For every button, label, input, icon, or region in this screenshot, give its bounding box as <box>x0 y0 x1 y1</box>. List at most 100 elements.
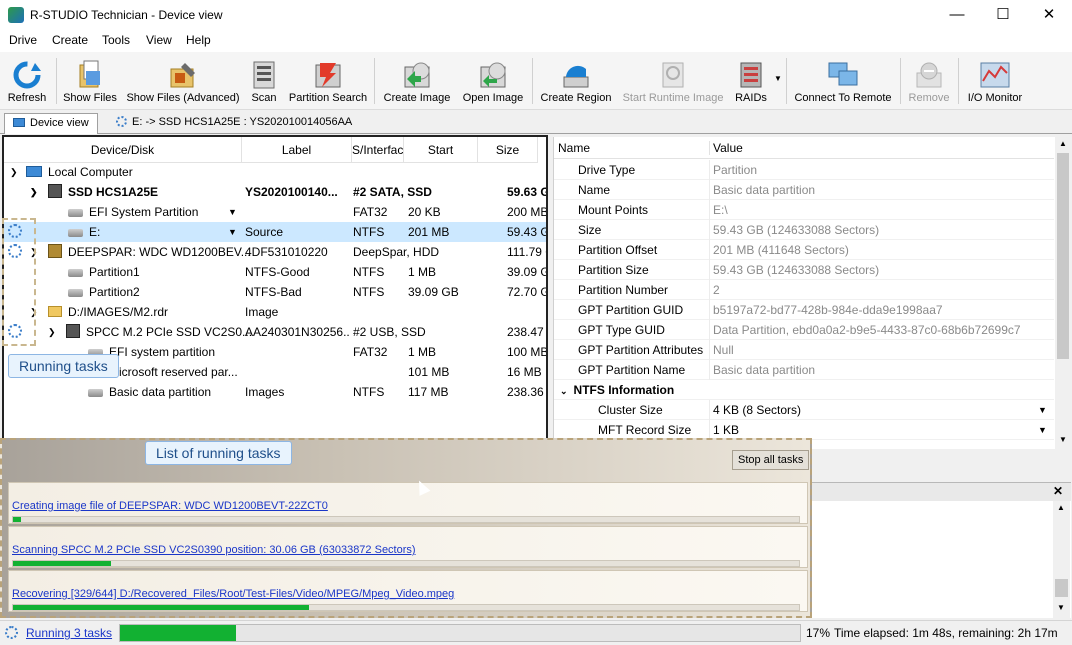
properties-scrollbar[interactable]: ▲ ▼ <box>1055 137 1071 449</box>
scrollbar-thumb[interactable] <box>1057 153 1069 359</box>
prop-value: 1 KB <box>709 420 1049 440</box>
menu-create[interactable]: Create <box>52 33 88 47</box>
menu-drive[interactable]: Drive <box>9 33 37 47</box>
task-link[interactable]: Creating image file of DEEPSPAR: WDC WD1… <box>12 500 328 512</box>
show-files-advanced-button[interactable]: Show Files (Advanced) <box>124 52 242 110</box>
column-interface[interactable]: S/Interfac <box>352 137 404 163</box>
scroll-up-icon[interactable]: ▲ <box>1057 503 1065 512</box>
task-item[interactable]: Recovering [329/644] D:/Recovered_Files/… <box>8 570 808 612</box>
raids-button[interactable]: RAIDs <box>730 52 772 110</box>
expand-toggle-icon[interactable]: ❯ <box>10 162 18 182</box>
overall-progress-bar <box>119 624 801 642</box>
task-item[interactable]: Creating image file of DEEPSPAR: WDC WD1… <box>8 482 808 524</box>
log-scrollbar[interactable]: ▲ ▼ <box>1053 501 1070 619</box>
tree-row-deepspar[interactable]: ❯ DEEPSPAR: WDC WD1200BEV... 4DF53101022… <box>4 242 546 262</box>
column-device-disk[interactable]: Device/Disk <box>4 137 242 163</box>
prop-row[interactable]: Mount Points E:\ <box>554 200 1054 220</box>
io-monitor-button[interactable]: I/O Monitor <box>964 52 1026 110</box>
tree-row-e-drive[interactable]: E: ▼ Source NTFS 201 MB 59.43 GB <box>4 222 546 242</box>
running-tasks-link[interactable]: Running 3 tasks <box>26 626 112 640</box>
device-tree: Device/Disk Label S/Interfac Start Size … <box>2 135 548 440</box>
device-name: Microsoft reserved par... <box>109 365 238 379</box>
title-bar: R-STUDIO Technician - Device view — ☐ ✕ <box>0 0 1072 30</box>
properties-header: Name Value <box>554 137 1054 159</box>
time-elapsed: Time elapsed: 1m 48s, remaining: 2h 17m <box>834 626 1058 640</box>
task-item[interactable]: Scanning SPCC M.2 PCIe SSD VC2S0390 posi… <box>8 526 808 568</box>
prop-row[interactable]: GPT Partition Attributes Null <box>554 340 1054 360</box>
prop-section-ntfs[interactable]: ⌄ NTFS Information <box>554 380 1054 400</box>
scroll-down-icon[interactable]: ▼ <box>1057 603 1065 612</box>
chevron-down-icon[interactable]: ▼ <box>1038 420 1047 440</box>
scroll-down-icon[interactable]: ▼ <box>1059 435 1067 444</box>
prop-row[interactable]: Size 59.43 GB (124633088 Sectors) <box>554 220 1054 240</box>
prop-row[interactable]: GPT Partition Name Basic data partition <box>554 360 1054 380</box>
partition-search-button[interactable]: Partition Search <box>286 52 370 110</box>
stop-all-tasks-button[interactable]: Stop all tasks <box>732 450 810 470</box>
chevron-down-icon[interactable]: ▼ <box>228 222 237 242</box>
tree-row-spcc-ssd[interactable]: ❯ SPCC M.2 PCIe SSD VC2S0... AA240301N30… <box>4 322 546 342</box>
collapse-toggle-icon[interactable]: ⌄ <box>560 386 568 396</box>
close-icon[interactable]: ✕ <box>1053 484 1063 498</box>
busy-spinner-icon <box>5 626 18 639</box>
prop-value: Partition <box>709 160 1049 180</box>
prop-row[interactable]: Partition Number 2 <box>554 280 1054 300</box>
toolbar-separator <box>56 58 57 104</box>
device-interface: #2 USB, SSD <box>353 325 426 339</box>
device-name: Partition1 <box>89 265 140 279</box>
chevron-down-icon[interactable]: ▼ <box>228 202 237 222</box>
toolbar-separator <box>958 58 959 104</box>
column-value[interactable]: Value <box>709 141 743 155</box>
tab-device-view[interactable]: Device view <box>4 113 98 134</box>
partition-icon <box>68 268 83 277</box>
device-name: Basic data partition <box>109 385 212 399</box>
prop-row[interactable]: Partition Size 59.43 GB (124633088 Sector… <box>554 260 1054 280</box>
chevron-down-icon[interactable]: ▼ <box>1038 400 1047 420</box>
column-name[interactable]: Name <box>558 141 590 155</box>
menu-help[interactable]: Help <box>186 33 211 47</box>
tree-row-efi-system-partition[interactable]: EFI System Partition ▼ FAT32 20 KB 200 M… <box>4 202 546 222</box>
tree-row-ssd-hcs1a25e[interactable]: ❯ SSD HCS1A25E YS2020100140... #2 SATA, … <box>4 182 546 202</box>
partition-icon <box>68 288 83 297</box>
menu-view[interactable]: View <box>146 33 172 47</box>
maximize-button[interactable]: ☐ <box>980 0 1026 30</box>
remove-button[interactable]: Remove <box>906 52 952 110</box>
prop-row[interactable]: GPT Partition GUID b5197a72-bd77-428b-984… <box>554 300 1054 320</box>
open-image-button[interactable]: Open Image <box>458 52 528 110</box>
tab-partition-e[interactable]: E: -> SSD HCS1A25E : YS202010014056AA <box>108 113 360 134</box>
show-files-button[interactable]: Show Files <box>62 52 118 110</box>
column-start[interactable]: Start <box>404 137 478 163</box>
menu-tools[interactable]: Tools <box>102 33 130 47</box>
prop-row[interactable]: Drive Type Partition <box>554 160 1054 180</box>
close-button[interactable]: ✕ <box>1026 0 1072 30</box>
scrollbar-thumb[interactable] <box>1055 579 1068 597</box>
refresh-button[interactable]: Refresh <box>4 52 50 110</box>
prop-row[interactable]: Name Basic data partition <box>554 180 1054 200</box>
prop-row[interactable]: GPT Type GUID Data Partition, ebd0a0a2-b9… <box>554 320 1054 340</box>
scan-button[interactable]: Scan <box>246 52 282 110</box>
scroll-up-icon[interactable]: ▲ <box>1059 139 1067 148</box>
tree-row-partition2[interactable]: Partition2 NTFS-Bad NTFS 39.09 GB 72.70 … <box>4 282 546 302</box>
device-name: Local Computer <box>48 165 133 179</box>
toolbar-separator <box>786 58 787 104</box>
tree-row-partition1[interactable]: Partition1 NTFS-Good NTFS 1 MB 39.09 GB <box>4 262 546 282</box>
tree-row-local-computer[interactable]: ❯ Local Computer <box>4 162 546 182</box>
tree-row-basic-data-partition[interactable]: Basic data partition Images NTFS 117 MB … <box>4 382 546 402</box>
column-size[interactable]: Size <box>478 137 538 163</box>
column-label[interactable]: Label <box>242 137 352 163</box>
raids-dropdown-icon[interactable]: ▼ <box>774 74 782 83</box>
minimize-button[interactable]: — <box>934 0 980 30</box>
prop-row[interactable]: Partition Offset 201 MB (411648 Sectors) <box>554 240 1054 260</box>
prop-row[interactable]: Cluster Size 4 KB (8 Sectors) ▼ <box>554 400 1054 420</box>
create-image-button[interactable]: Create Image <box>380 52 454 110</box>
prop-row[interactable]: MFT Record Size 1 KB ▼ <box>554 420 1054 440</box>
prop-name: GPT Type GUID <box>578 323 665 337</box>
start-runtime-image-button[interactable]: Start Runtime Image <box>620 52 726 110</box>
expand-toggle-icon[interactable]: ❯ <box>48 322 56 342</box>
task-link[interactable]: Recovering [329/644] D:/Recovered_Files/… <box>12 588 454 600</box>
create-region-button[interactable]: Create Region <box>538 52 614 110</box>
task-link[interactable]: Scanning SPCC M.2 PCIe SSD VC2S0390 posi… <box>12 544 416 556</box>
connect-to-remote-button[interactable]: Connect To Remote <box>792 52 894 110</box>
expand-toggle-icon[interactable]: ❯ <box>30 182 38 202</box>
tree-row-image-file[interactable]: ❯ D:/IMAGES/M2.rdr Image <box>4 302 546 322</box>
device-name: E: <box>89 225 101 239</box>
